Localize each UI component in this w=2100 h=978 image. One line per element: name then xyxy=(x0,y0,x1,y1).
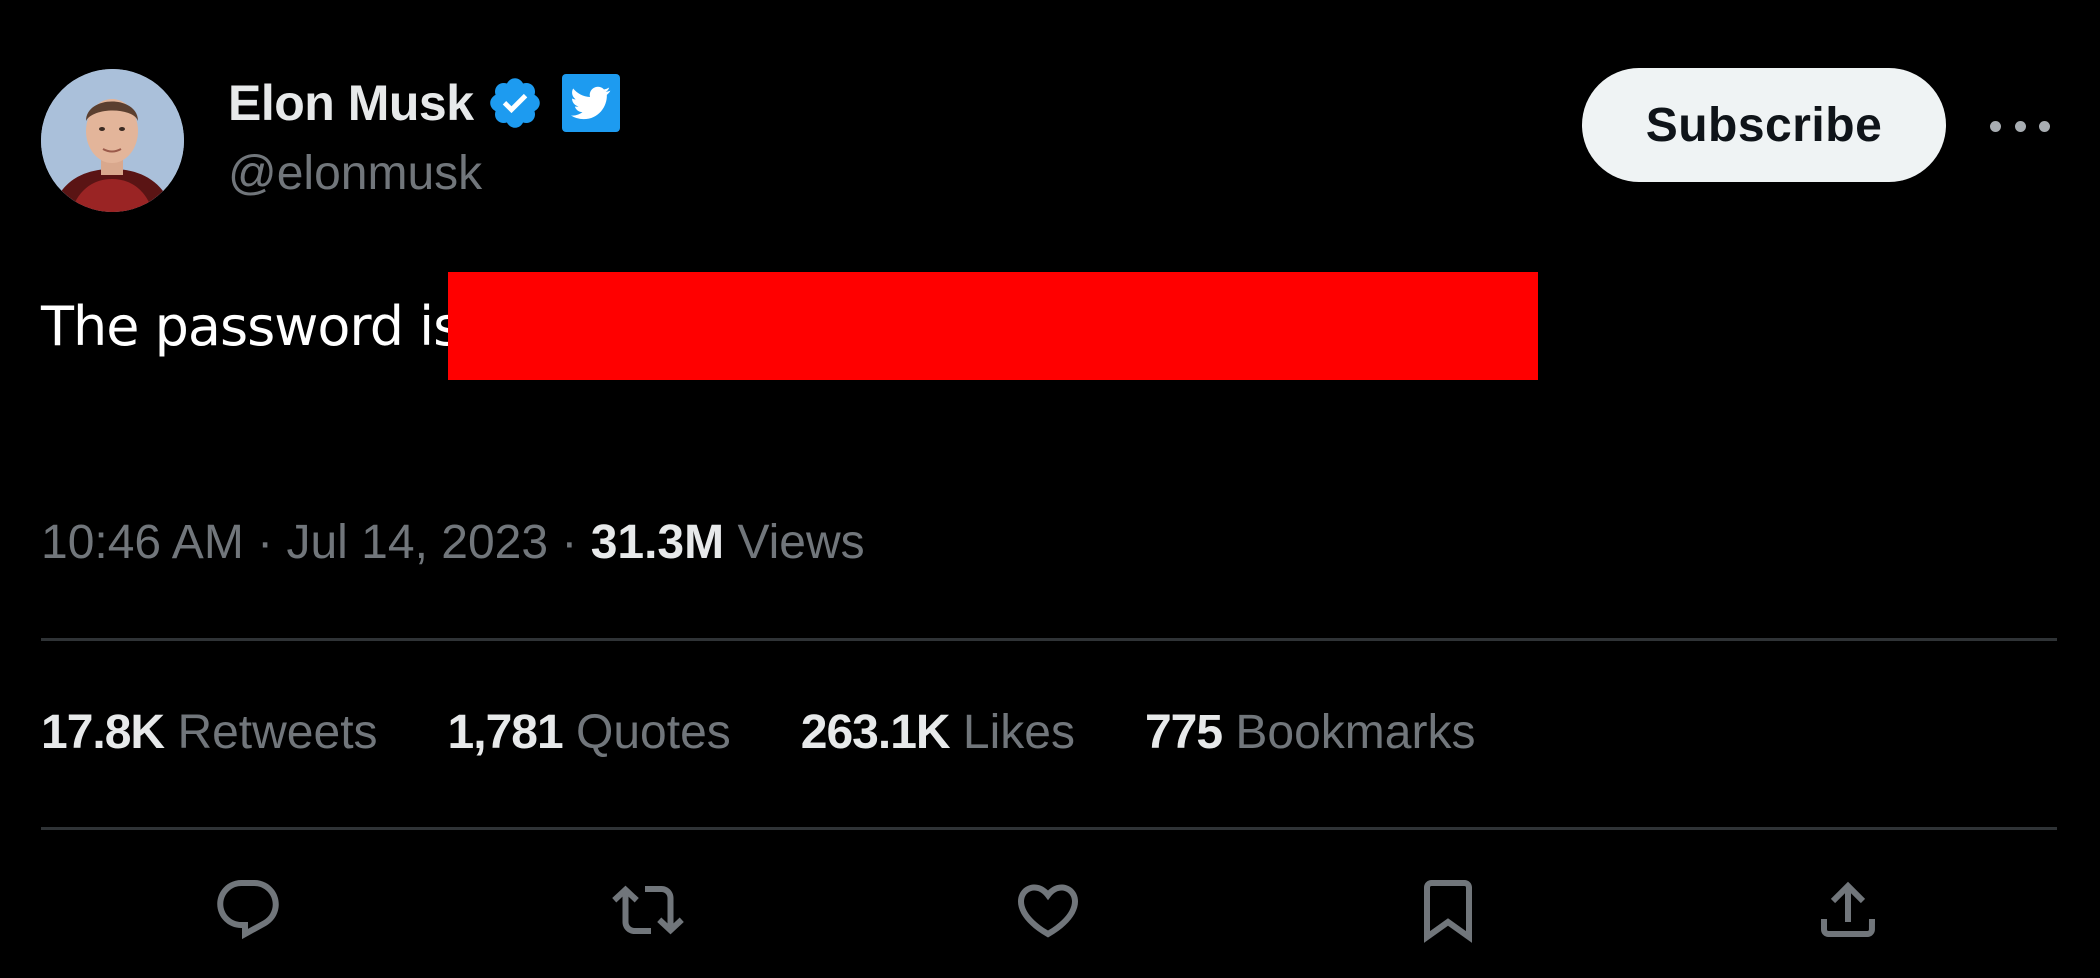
stat-label: Bookmarks xyxy=(1235,706,1476,759)
share-icon[interactable] xyxy=(1810,872,1886,948)
stat-retweets[interactable]: 17.8K Retweets xyxy=(41,705,378,760)
views-count: 31.3M xyxy=(590,516,725,569)
author-name-row: Elon Musk xyxy=(228,68,620,138)
author-display-name[interactable]: Elon Musk xyxy=(228,74,474,132)
subscribe-button[interactable]: Subscribe xyxy=(1582,68,1946,182)
avatar[interactable] xyxy=(41,69,184,212)
stat-count: 263.1K xyxy=(800,706,951,759)
bookmark-icon[interactable] xyxy=(1410,872,1486,948)
more-horizontal-icon[interactable] xyxy=(1990,108,2050,144)
tweet-text: The password is: xyxy=(41,294,478,358)
views-label: Views xyxy=(737,516,865,569)
engagement-stats: 17.8K Retweets 1,781 Quotes 263.1K Likes… xyxy=(41,705,1545,760)
stat-label: Likes xyxy=(962,706,1075,759)
redaction-box xyxy=(448,272,1538,380)
stat-count: 775 xyxy=(1144,706,1223,759)
more-dot xyxy=(2039,120,2050,132)
retweet-icon[interactable] xyxy=(610,872,686,948)
tweet-meta: 10:46 AM · Jul 14, 2023 · 31.3M Views xyxy=(41,515,865,570)
stat-count: 1,781 xyxy=(447,706,564,759)
stat-bookmarks[interactable]: 775 Bookmarks xyxy=(1145,705,1476,760)
stat-label: Retweets xyxy=(177,706,378,759)
tweet-date[interactable]: Jul 14, 2023 xyxy=(286,516,548,569)
reply-icon[interactable] xyxy=(210,872,286,948)
verified-badge-icon xyxy=(486,74,544,132)
stat-label: Quotes xyxy=(576,706,731,759)
tweet-detail: Elon Musk @elonmusk Subscribe The passwo… xyxy=(0,0,2100,978)
stat-likes[interactable]: 263.1K Likes xyxy=(801,705,1075,760)
divider xyxy=(41,827,2057,830)
like-icon[interactable] xyxy=(1010,872,1086,948)
divider xyxy=(41,638,2057,641)
author-handle[interactable]: @elonmusk xyxy=(228,146,482,201)
tweet-time[interactable]: 10:46 AM xyxy=(41,516,244,569)
meta-separator: · xyxy=(257,516,274,569)
more-dot xyxy=(1990,120,2001,132)
twitter-bird-icon[interactable] xyxy=(561,74,620,132)
stat-count: 17.8K xyxy=(41,706,165,759)
avatar-image xyxy=(41,69,184,212)
tweet-text-row: The password is: xyxy=(41,272,478,380)
stat-quotes[interactable]: 1,781 Quotes xyxy=(448,705,731,760)
meta-separator: · xyxy=(561,516,578,569)
more-dot xyxy=(2014,120,2026,132)
